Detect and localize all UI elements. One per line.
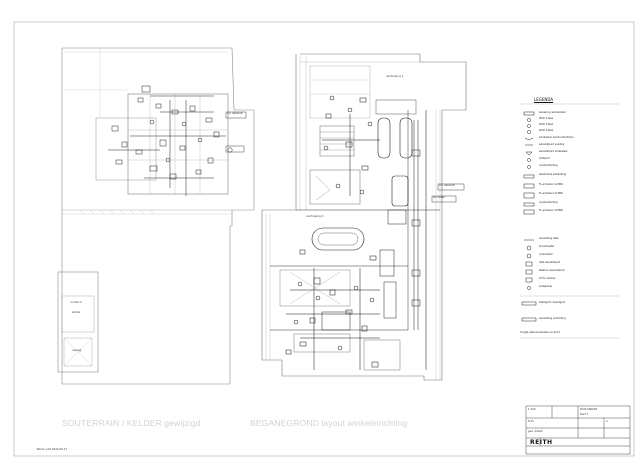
legend-item: TL-armatuur 2x36W — [539, 192, 563, 195]
footer-note: datum: plot 2014-09-17 — [36, 448, 67, 451]
legend-note: aansluiting verlichting — [539, 317, 566, 320]
legend-item: CCTV camera — [539, 277, 556, 280]
ground-floor-caption: BEGANEGROND layout winkelinrichting — [250, 418, 408, 428]
legend-item: aansluitpunt schakelaar — [539, 150, 568, 153]
title-block-drawing-no: E-01 — [528, 420, 534, 423]
legend-item: WCD 3-fase — [539, 129, 554, 132]
title-block-scale: 1:100 — [528, 408, 536, 411]
legend-item: aansluiting data — [539, 237, 559, 240]
title-block-date: ged. datum — [528, 430, 543, 433]
title-block-logo: REITH — [530, 439, 553, 446]
room-label: verdieping 1 — [386, 74, 404, 78]
legend-item: noodverlichting — [539, 164, 558, 167]
legend-item: luidspreker — [539, 285, 553, 288]
basement-caption: SOUTERRAIN / KELDER gewijzigd — [62, 418, 201, 428]
legend-item: brandmelder — [539, 245, 555, 248]
legend-item: schakelaar wandcontactdoos — [539, 136, 574, 139]
legend-item: WCD 3-fase — [539, 123, 554, 126]
legend-item: elektrische aansluiting — [539, 173, 567, 176]
legend-item: telefoon aansluitpunt — [539, 269, 565, 272]
legend-note: kabelgoot / wandgoot — [539, 301, 565, 304]
legend-item: aansluitpunt voeding — [539, 143, 565, 146]
legend-item: rookmelder — [539, 253, 553, 256]
basement-plan — [57, 47, 255, 385]
legend-item: noodverlichting — [539, 201, 558, 204]
title-block-sheet: blad 1 — [580, 413, 589, 416]
legend-item: kanaal op wandsokkel — [539, 111, 566, 114]
legend-item: WCD 1-fase — [539, 117, 554, 120]
legend-note: hoogte opbouw kanalen en wcd's — [520, 331, 560, 334]
room-label: ruimte 2 — [70, 300, 82, 304]
cad-drawing — [13, 21, 635, 457]
title-block-rev: A — [606, 420, 608, 423]
room-label: kelder — [72, 310, 81, 314]
callout: v.z. aansluit — [439, 184, 455, 187]
title-block-project: PLUS 000003 — [580, 408, 598, 411]
legend-item: TL-armatuur 1x58W — [539, 209, 563, 212]
callout: zie detail — [433, 196, 445, 199]
ground-floor-plan — [261, 53, 467, 381]
room-label: verdieping 0 — [306, 214, 324, 218]
legend-item: TL-armatuur 1x36W — [539, 183, 563, 186]
room-label: opslag — [72, 348, 82, 352]
legend-title: LEGENDA — [534, 97, 554, 102]
legend-item: lichtpunt — [539, 157, 550, 160]
drawing-sheet: SOUTERRAIN / KELDER gewijzigd BEGANEGRON… — [0, 0, 640, 461]
legend-item: data aansluitpunt — [539, 261, 561, 264]
callout: v.z. aansluit — [227, 112, 243, 115]
